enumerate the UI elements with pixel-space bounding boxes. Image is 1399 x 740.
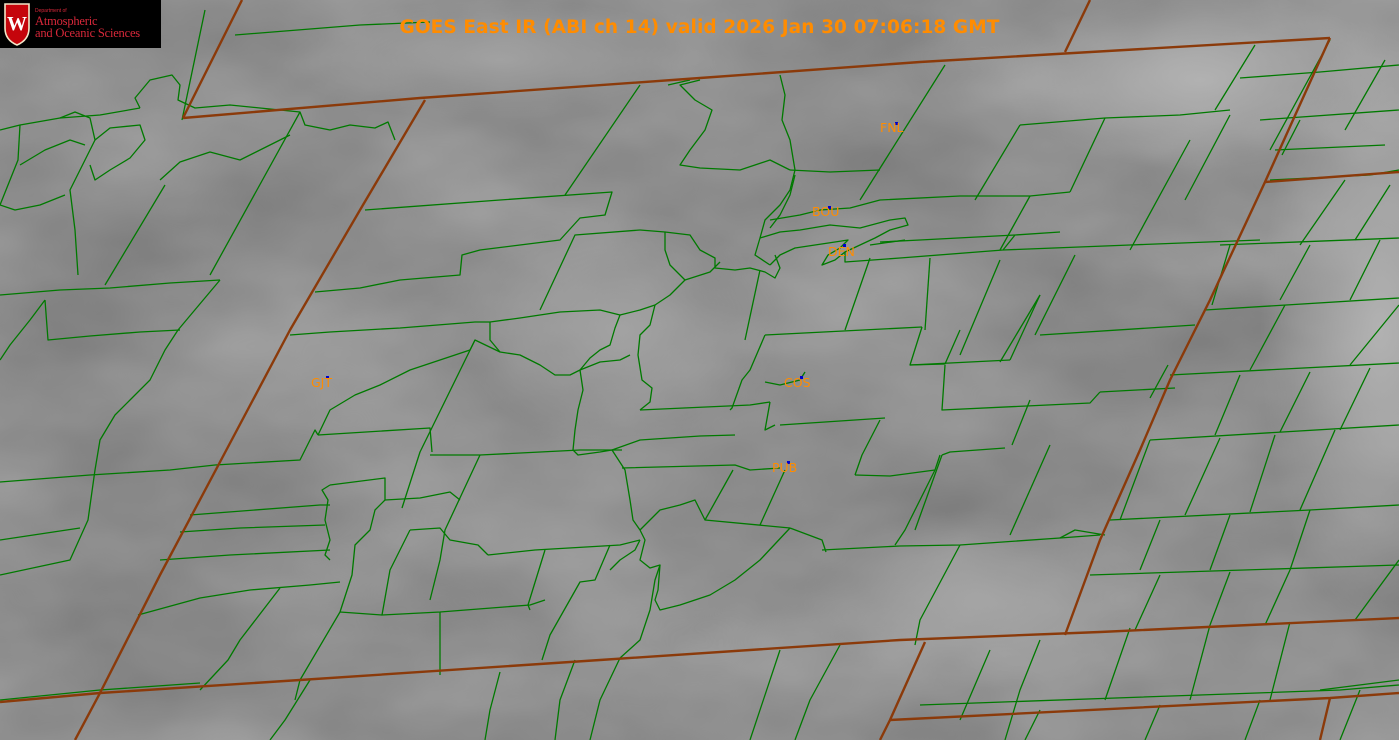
station-label-cos: COS bbox=[784, 375, 811, 390]
station-label-den: DEN bbox=[828, 244, 855, 259]
station-label-fnl: FNL bbox=[880, 120, 904, 135]
station-gjt: GJT bbox=[311, 375, 332, 390]
station-pub: PUB bbox=[772, 460, 797, 475]
image-title: GOES East IR (ABI ch 14) valid 2026 Jan … bbox=[399, 17, 1000, 38]
station-label-pub: PUB bbox=[772, 460, 797, 475]
logo-department-line: Department of bbox=[35, 7, 67, 14]
station-bou: BOU bbox=[812, 204, 839, 219]
station-cos: COS bbox=[784, 375, 811, 390]
station-label-bou: BOU bbox=[812, 204, 839, 219]
satellite-map: FNL BOU DEN GJT COS PUB bbox=[0, 0, 1399, 740]
station-fnl: FNL bbox=[880, 120, 904, 135]
station-label-gjt: GJT bbox=[311, 375, 332, 390]
station-den: DEN bbox=[828, 244, 855, 259]
